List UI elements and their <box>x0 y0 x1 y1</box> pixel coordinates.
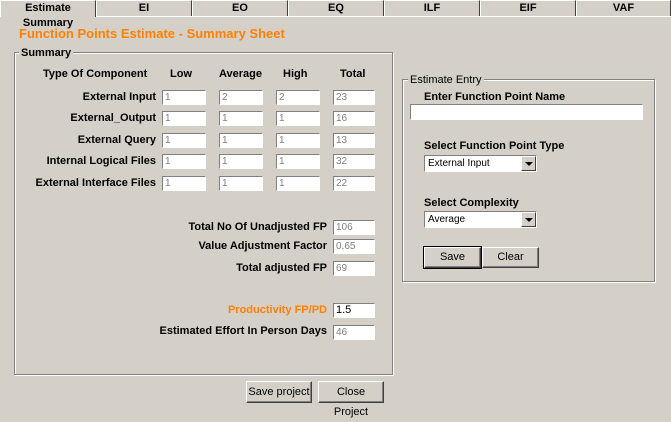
external-interface-files-average-field[interactable]: 1 <box>219 176 263 191</box>
header-high: High <box>283 68 308 80</box>
close-project-button[interactable]: Close Project <box>318 381 384 418</box>
effort-field: 46 <box>333 325 375 340</box>
unadjusted-fp-field: 106 <box>333 220 375 235</box>
complexity-value: Average <box>428 214 466 225</box>
tab-bar: Estimate Summary EI EO EQ ILF EIF VAF <box>0 0 671 29</box>
effort-label: Estimated Effort In Person Days <box>159 325 328 337</box>
header-low: Low <box>170 68 192 80</box>
tab-eq[interactable]: EQ <box>288 0 384 16</box>
external-input-low-field[interactable]: 1 <box>162 90 206 105</box>
row-label-external-query: External Query <box>77 134 156 146</box>
row-label-external-interface-files: External Interface Files <box>35 177 156 189</box>
tab-estimate-summary[interactable]: Estimate Summary <box>0 0 96 29</box>
unadjusted-fp-label: Total No Of Unadjusted FP <box>188 221 327 233</box>
fp-name-label: Enter Function Point Name <box>424 91 566 103</box>
save-project-button[interactable]: Save project <box>246 381 312 403</box>
internal-logical-files-total-field: 32 <box>333 154 375 169</box>
external-output-total-field: 16 <box>333 111 375 126</box>
external-output-low-field[interactable]: 1 <box>162 111 206 126</box>
clear-button[interactable]: Clear <box>482 247 539 268</box>
external-input-total-field: 23 <box>333 90 375 105</box>
external-query-high-field[interactable]: 1 <box>276 133 320 148</box>
header-type: Type Of Component <box>43 68 148 80</box>
save-button[interactable]: Save <box>423 246 482 269</box>
external-interface-files-low-field[interactable]: 1 <box>162 176 206 191</box>
row-label-external-output: External_Output <box>70 112 156 124</box>
productivity-label: Productivity FP/PD <box>227 304 327 316</box>
internal-logical-files-average-field[interactable]: 1 <box>219 154 263 169</box>
internal-logical-files-high-field[interactable]: 1 <box>276 154 320 169</box>
external-output-average-field[interactable]: 1 <box>219 111 263 126</box>
complexity-select[interactable]: Average <box>424 211 537 228</box>
external-query-total-field: 13 <box>333 133 375 148</box>
tab-divider <box>96 16 671 17</box>
tab-eif[interactable]: EIF <box>480 0 576 16</box>
adjusted-fp-label: Total adjusted FP <box>236 262 327 274</box>
productivity-input[interactable]: 1.5 <box>333 303 375 318</box>
complexity-label: Select Complexity <box>424 197 519 209</box>
summary-legend: Summary <box>19 47 74 59</box>
fp-type-select[interactable]: External Input <box>424 155 537 172</box>
adjusted-fp-field: 69 <box>333 261 375 276</box>
chevron-down-icon[interactable] <box>521 212 536 227</box>
chevron-down-icon[interactable] <box>521 156 536 171</box>
row-label-external-input: External Input <box>82 91 156 103</box>
header-average: Average <box>219 68 263 80</box>
external-input-average-field[interactable]: 2 <box>219 90 263 105</box>
tab-vaf[interactable]: VAF <box>576 0 671 16</box>
page-title: Function Points Estimate - Summary Sheet <box>19 26 285 41</box>
external-query-average-field[interactable]: 1 <box>219 133 263 148</box>
external-interface-files-high-field[interactable]: 1 <box>276 176 320 191</box>
fp-type-value: External Input <box>428 158 490 169</box>
tab-ilf[interactable]: ILF <box>384 0 480 16</box>
internal-logical-files-low-field[interactable]: 1 <box>162 154 206 169</box>
tab-ei[interactable]: EI <box>96 0 192 16</box>
fp-type-label: Select Function Point Type <box>424 140 565 152</box>
external-query-low-field[interactable]: 1 <box>162 133 206 148</box>
estimate-entry-legend: Estimate Entry <box>408 74 484 86</box>
row-label-internal-logical-files: Internal Logical Files <box>46 155 156 167</box>
external-output-high-field[interactable]: 1 <box>276 111 320 126</box>
vaf-label: Value Adjustment Factor <box>198 240 327 252</box>
vaf-field: 0.65 <box>333 239 375 254</box>
header-total: Total <box>340 68 366 80</box>
tab-eo[interactable]: EO <box>192 0 288 16</box>
external-input-high-field[interactable]: 2 <box>276 90 320 105</box>
fp-name-input[interactable] <box>410 104 643 120</box>
external-interface-files-total-field: 22 <box>333 176 375 191</box>
